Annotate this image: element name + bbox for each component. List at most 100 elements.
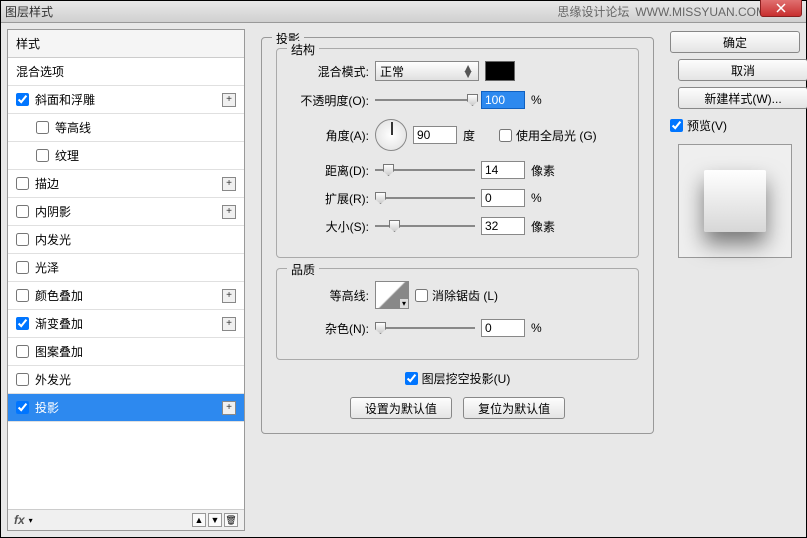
new-style-button[interactable]: 新建样式(W)... xyxy=(678,87,807,109)
style-label: 纹理 xyxy=(55,147,79,164)
style-item-4[interactable]: 内阴影 + xyxy=(8,198,244,226)
spread-slider[interactable] xyxy=(375,191,475,205)
preview-swatch xyxy=(704,170,766,232)
expand-icon[interactable]: + xyxy=(222,205,236,219)
style-checkbox[interactable] xyxy=(36,149,49,162)
preview-checkbox[interactable]: 预览(V) xyxy=(670,117,800,134)
styles-list-panel: 样式 混合选项 斜面和浮雕+等高线纹理描边+内阴影+内发光光泽颜色叠加+渐变叠加… xyxy=(7,29,245,531)
window-title: 图层样式 xyxy=(5,3,53,20)
fx-icon[interactable]: fx xyxy=(14,513,25,527)
style-label: 颜色叠加 xyxy=(35,287,83,304)
style-label: 渐变叠加 xyxy=(35,315,83,332)
opacity-label: 不透明度(O): xyxy=(291,92,369,109)
style-item-5[interactable]: 内发光 xyxy=(8,226,244,254)
knockout-checkbox[interactable]: 图层挖空投影(U) xyxy=(405,370,511,387)
antialias-checkbox[interactable]: 消除锯齿 (L) xyxy=(415,287,498,304)
distance-slider[interactable] xyxy=(375,163,475,177)
trash-icon[interactable]: 🗑 xyxy=(224,513,238,527)
ok-button[interactable]: 确定 xyxy=(670,31,800,53)
style-checkbox[interactable] xyxy=(16,261,29,274)
move-down-icon[interactable]: ▼ xyxy=(208,513,222,527)
style-checkbox[interactable] xyxy=(16,401,29,414)
style-item-9[interactable]: 图案叠加 xyxy=(8,338,244,366)
size-input[interactable]: 32 xyxy=(481,217,525,235)
layer-style-dialog: 图层样式 思缘设计论坛 WWW.MISSYUAN.COM 样式 混合选项 斜面和… xyxy=(0,0,807,538)
style-item-0[interactable]: 斜面和浮雕 + xyxy=(8,86,244,114)
style-label: 内阴影 xyxy=(35,203,71,220)
watermark: 思缘设计论坛 WWW.MISSYUAN.COM xyxy=(557,3,766,20)
close-button[interactable] xyxy=(760,0,802,17)
distance-input[interactable]: 14 xyxy=(481,161,525,179)
spread-label: 扩展(R): xyxy=(291,190,369,207)
size-slider[interactable] xyxy=(375,219,475,233)
blending-options-item[interactable]: 混合选项 xyxy=(8,58,244,86)
style-checkbox[interactable] xyxy=(36,121,49,134)
styles-list: 斜面和浮雕 + 等高线纹理描边 + 内阴影 + 内发光光泽颜色叠加 + 渐变叠加 + 图案叠加外发光… xyxy=(8,86,244,422)
style-item-2[interactable]: 纹理 xyxy=(8,142,244,170)
distance-label: 距离(D): xyxy=(291,162,369,179)
style-label: 图案叠加 xyxy=(35,343,83,360)
dialog-content: 样式 混合选项 斜面和浮雕+等高线纹理描边+内阴影+内发光光泽颜色叠加+渐变叠加… xyxy=(1,23,806,537)
use-global-light-checkbox[interactable]: 使用全局光 (G) xyxy=(499,127,597,144)
style-label: 描边 xyxy=(35,175,59,192)
drop-shadow-group: 投影 结构 混合模式: 正常 ▲▼ 不透明度(O): 10 xyxy=(261,37,654,434)
options-panel: 投影 结构 混合模式: 正常 ▲▼ 不透明度(O): 10 xyxy=(251,29,664,531)
noise-input[interactable]: 0 xyxy=(481,319,525,337)
style-item-11[interactable]: 投影 + xyxy=(8,394,244,422)
opacity-slider[interactable] xyxy=(375,93,475,107)
blend-mode-select[interactable]: 正常 ▲▼ xyxy=(375,61,479,81)
noise-label: 杂色(N): xyxy=(291,320,369,337)
blend-mode-label: 混合模式: xyxy=(291,63,369,80)
preview-box xyxy=(678,144,792,258)
style-checkbox[interactable] xyxy=(16,345,29,358)
style-item-6[interactable]: 光泽 xyxy=(8,254,244,282)
style-checkbox[interactable] xyxy=(16,317,29,330)
opacity-input[interactable]: 100 xyxy=(481,91,525,109)
size-label: 大小(S): xyxy=(291,218,369,235)
contour-picker[interactable]: ▾ xyxy=(375,281,409,309)
styles-header: 样式 xyxy=(8,30,244,58)
style-label: 等高线 xyxy=(55,119,91,136)
style-item-7[interactable]: 颜色叠加 + xyxy=(8,282,244,310)
structure-group: 结构 混合模式: 正常 ▲▼ 不透明度(O): 100 % xyxy=(276,48,639,258)
angle-label: 角度(A): xyxy=(291,127,369,144)
expand-icon[interactable]: + xyxy=(222,289,236,303)
style-label: 光泽 xyxy=(35,259,59,276)
style-checkbox[interactable] xyxy=(16,373,29,386)
style-checkbox[interactable] xyxy=(16,289,29,302)
angle-input[interactable]: 90 xyxy=(413,126,457,144)
style-label: 投影 xyxy=(35,399,59,416)
cancel-button[interactable]: 取消 xyxy=(678,59,807,81)
quality-title: 品质 xyxy=(287,261,319,278)
expand-icon[interactable]: + xyxy=(222,317,236,331)
style-checkbox[interactable] xyxy=(16,205,29,218)
reset-default-button[interactable]: 复位为默认值 xyxy=(463,397,565,419)
shadow-color-swatch[interactable] xyxy=(485,61,515,81)
spread-input[interactable]: 0 xyxy=(481,189,525,207)
footer-arrows: ▲ ▼ 🗑 xyxy=(192,513,238,527)
contour-label: 等高线: xyxy=(291,287,369,304)
expand-icon[interactable]: + xyxy=(222,401,236,415)
expand-icon[interactable]: + xyxy=(222,177,236,191)
style-label: 斜面和浮雕 xyxy=(35,91,95,108)
style-checkbox[interactable] xyxy=(16,93,29,106)
close-icon xyxy=(776,3,786,13)
select-arrows-icon: ▲▼ xyxy=(462,65,474,77)
style-item-10[interactable]: 外发光 xyxy=(8,366,244,394)
quality-group: 品质 等高线: ▾ 消除锯齿 (L) 杂色(N): 0 % xyxy=(276,268,639,360)
expand-icon[interactable]: + xyxy=(222,93,236,107)
style-label: 内发光 xyxy=(35,231,71,248)
style-item-1[interactable]: 等高线 xyxy=(8,114,244,142)
style-checkbox[interactable] xyxy=(16,177,29,190)
style-item-3[interactable]: 描边 + xyxy=(8,170,244,198)
titlebar: 图层样式 思缘设计论坛 WWW.MISSYUAN.COM xyxy=(1,1,806,23)
set-default-button[interactable]: 设置为默认值 xyxy=(350,397,452,419)
style-item-8[interactable]: 渐变叠加 + xyxy=(8,310,244,338)
angle-dial[interactable] xyxy=(375,119,407,151)
structure-title: 结构 xyxy=(287,41,319,58)
chevron-down-icon: ▾ xyxy=(399,298,408,308)
noise-slider[interactable] xyxy=(375,321,475,335)
style-checkbox[interactable] xyxy=(16,233,29,246)
style-label: 外发光 xyxy=(35,371,71,388)
move-up-icon[interactable]: ▲ xyxy=(192,513,206,527)
